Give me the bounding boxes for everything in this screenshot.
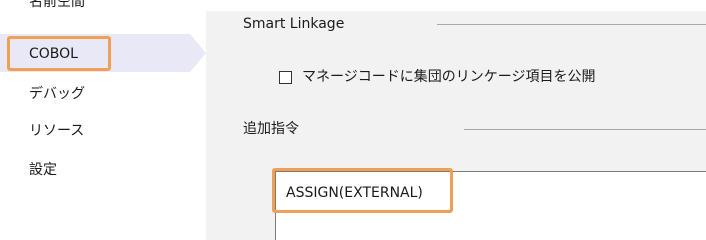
sidebar: 名前空間 COBOL デバッグ リソース 設定 — [0, 0, 206, 240]
additional-directives-header: 追加指令 — [243, 121, 299, 137]
expose-linkage-checkbox-label: マネージコードに集団のリンケージ項目を公開 — [302, 69, 596, 85]
settings-panel: Smart Linkage マネージコードに集団のリンケージ項目を公開 追加指令… — [206, 11, 706, 240]
sidebar-item-namespace[interactable]: 名前空間 — [29, 0, 85, 12]
sidebar-item-settings[interactable]: 設定 — [29, 160, 57, 180]
smart-linkage-header: Smart Linkage — [243, 16, 345, 32]
selected-pointer-arrow — [190, 34, 206, 72]
additional-directives-divider — [464, 129, 706, 130]
assign-external-highlight-box — [272, 168, 453, 213]
sidebar-item-resources[interactable]: リソース — [29, 121, 84, 141]
smart-linkage-divider — [437, 24, 706, 25]
expose-linkage-checkbox[interactable] — [279, 70, 292, 84]
cobol-highlight-box — [7, 36, 111, 71]
sidebar-item-debug[interactable]: デバッグ — [29, 84, 85, 104]
expose-linkage-checkbox-row[interactable]: マネージコードに集団のリンケージ項目を公開 — [279, 67, 595, 87]
